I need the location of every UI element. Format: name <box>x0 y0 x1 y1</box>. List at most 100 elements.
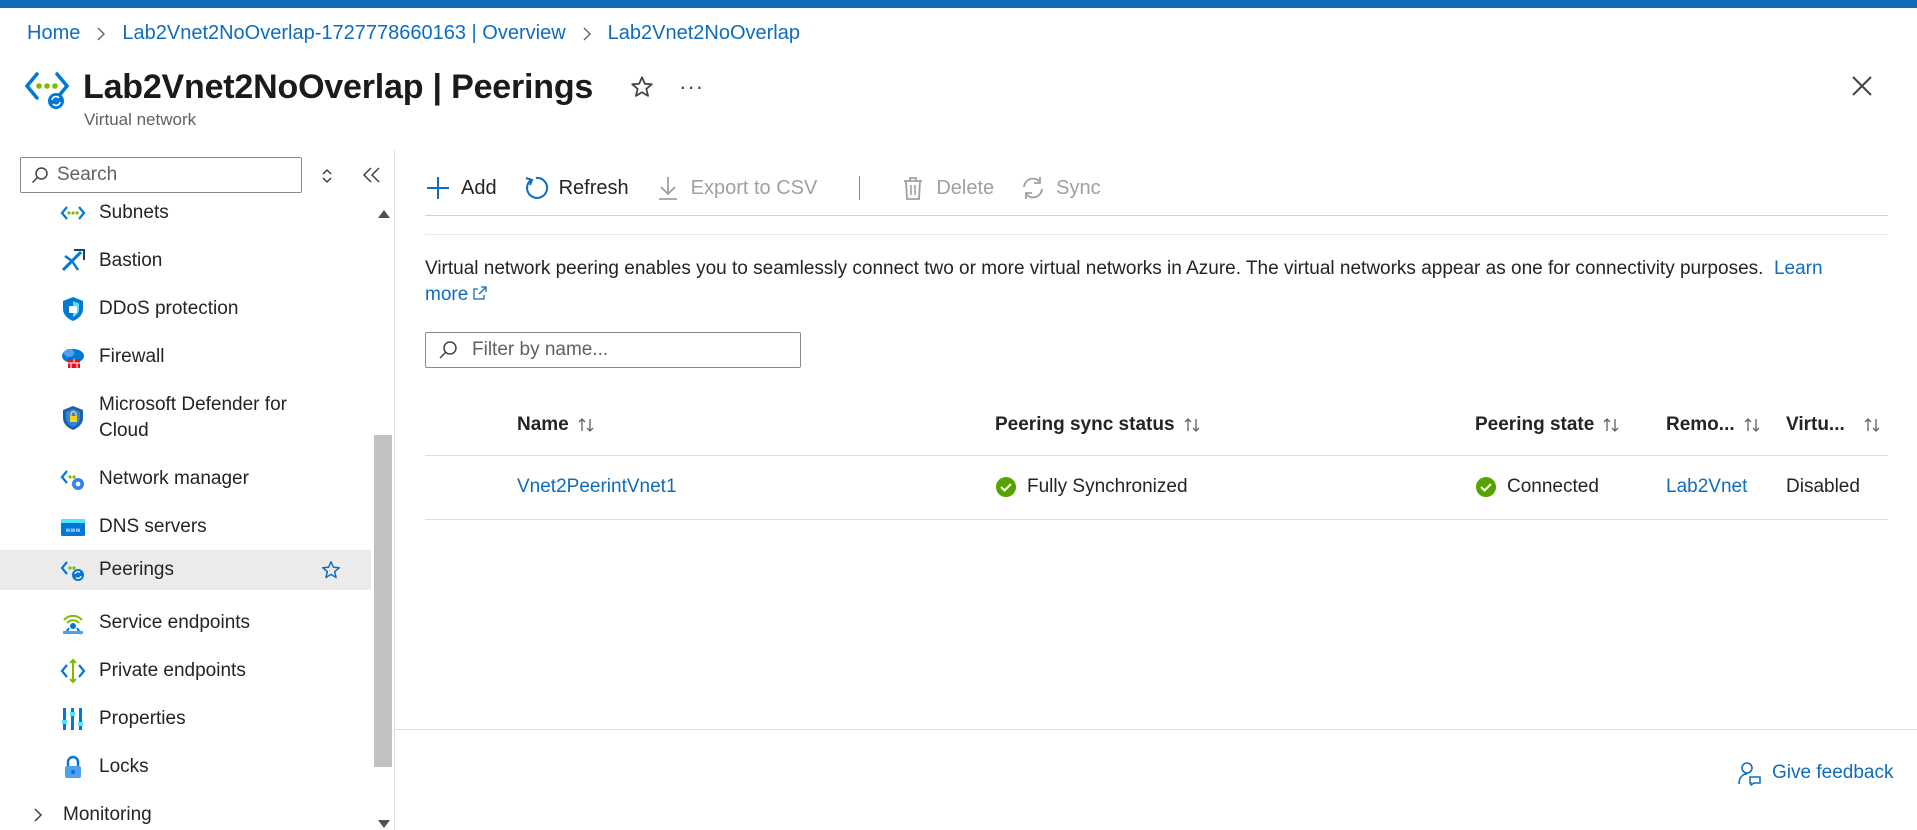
column-label: Peering sync status <box>995 414 1175 435</box>
network-manager-icon <box>60 470 84 490</box>
breadcrumb-overview[interactable]: Lab2Vnet2NoOverlap-1727778660163 | Overv… <box>122 22 565 45</box>
scroll-up-arrow-icon[interactable] <box>378 210 390 218</box>
toolbar-separator <box>859 176 861 200</box>
sidebar-item-label: Bastion <box>99 250 163 271</box>
refresh-button[interactable]: Refresh <box>523 175 629 201</box>
column-header-name[interactable]: Name <box>517 414 595 436</box>
search-icon <box>439 341 457 359</box>
collapse-menu-icon[interactable] <box>360 164 384 186</box>
export-label: Export to CSV <box>690 176 818 199</box>
sidebar-item-label-line2: Cloud <box>99 420 149 441</box>
close-icon[interactable] <box>1848 72 1876 100</box>
sidebar-item-dns-servers[interactable]: www DNS servers <box>0 514 371 540</box>
remote-cell: Lab2Vnet <box>1666 476 1747 498</box>
scrollbar-thumb[interactable] <box>374 435 392 767</box>
favorite-star-icon[interactable] <box>629 74 655 100</box>
plus-icon <box>427 177 449 199</box>
sync-button[interactable]: Sync <box>1020 175 1101 201</box>
sort-icon <box>578 418 594 432</box>
sidebar-item-private-endpoints[interactable]: Private endpoints <box>0 658 371 684</box>
page-header: Lab2Vnet2NoOverlap | Peerings ··· <box>25 60 704 114</box>
column-label: Peering state <box>1475 414 1595 435</box>
virtual-value: Disabled <box>1786 476 1860 497</box>
add-button[interactable]: Add <box>425 175 497 201</box>
sidebar-item-label: Private endpoints <box>99 660 246 681</box>
sidebar-item-service-endpoints[interactable]: Service endpoints <box>0 610 371 636</box>
virtual-network-icon <box>25 72 69 109</box>
sidebar-item-bastion[interactable]: Bastion <box>0 248 371 274</box>
subnets-icon <box>60 206 86 220</box>
sidebar-item-label: Subnets <box>99 202 169 223</box>
add-label: Add <box>461 176 497 199</box>
sync-icon <box>1023 177 1044 199</box>
menu-search-input[interactable] <box>57 164 287 186</box>
toolbar-divider <box>425 234 1888 235</box>
more-options-icon[interactable]: ··· <box>679 74 704 100</box>
export-csv-button[interactable]: Export to CSV <box>655 175 818 201</box>
sidebar-item-properties[interactable]: Properties <box>0 706 371 732</box>
trash-icon <box>904 177 923 200</box>
feedback-label: Give feedback <box>1772 762 1894 783</box>
breadcrumb: Home Lab2Vnet2NoOverlap-1727778660163 | … <box>27 22 800 45</box>
download-icon <box>658 177 677 200</box>
sidebar-item-defender[interactable]: Microsoft Defender for Cloud <box>0 392 371 444</box>
favorite-star-icon[interactable] <box>320 559 342 581</box>
peerings-table: Name Peering sync status Peering state R… <box>425 400 1888 520</box>
bastion-icon <box>61 249 85 272</box>
command-bar: Add Refresh Export to CSV Delete Sync <box>425 170 1127 206</box>
refresh-icon <box>525 176 548 199</box>
sidebar-item-locks[interactable]: Locks <box>0 754 371 780</box>
filter-input[interactable] <box>472 339 792 361</box>
sidebar-item-peerings[interactable]: Peerings <box>0 550 371 590</box>
portal-top-bar <box>0 0 1917 8</box>
sidebar-item-label: Service endpoints <box>99 612 251 633</box>
sidebar-item-label: Monitoring <box>63 804 152 825</box>
sidebar-item-label: Network manager <box>99 468 249 489</box>
peering-name-cell: Vnet2PeerintVnet1 <box>517 476 677 498</box>
column-header-remote[interactable]: Remo... <box>1666 414 1761 436</box>
table-header: Name Peering sync status Peering state R… <box>425 400 1888 456</box>
svg-text:www: www <box>66 527 81 534</box>
menu-scrollbar[interactable] <box>372 205 394 830</box>
external-link-icon <box>473 286 487 300</box>
virtual-cell: Disabled <box>1786 476 1860 498</box>
sidebar-item-label: DNS servers <box>99 516 207 537</box>
page-description: Virtual network peering enables you to s… <box>425 256 1865 308</box>
column-header-sync-status[interactable]: Peering sync status <box>995 414 1201 436</box>
expand-collapse-icon[interactable] <box>316 165 338 187</box>
delete-button[interactable]: Delete <box>900 175 994 201</box>
menu-search[interactable] <box>20 157 302 193</box>
column-header-peering-state[interactable]: Peering state <box>1475 414 1620 436</box>
give-feedback-button[interactable]: Give feedback <box>1736 760 1893 786</box>
sidebar-item-ddos-protection[interactable]: DDoS protection <box>0 296 371 322</box>
peering-state-cell: Connected <box>1475 476 1599 498</box>
menu-items: Subnets Bastion DDoS protection Firewall… <box>0 200 371 830</box>
remote-vnet-link[interactable]: Lab2Vnet <box>1666 476 1747 498</box>
sync-label: Sync <box>1056 176 1101 199</box>
breadcrumb-home[interactable]: Home <box>27 22 80 45</box>
search-icon <box>31 167 48 184</box>
sidebar-item-network-manager[interactable]: Network manager <box>0 466 371 492</box>
column-label: Virtu... <box>1786 414 1845 435</box>
filter-by-name[interactable] <box>425 332 801 368</box>
delete-label: Delete <box>936 176 995 199</box>
firewall-icon <box>62 349 84 368</box>
sort-icon <box>1603 418 1619 432</box>
column-header-virtual[interactable]: Virtu... <box>1786 414 1881 436</box>
scroll-down-arrow-icon[interactable] <box>378 820 390 828</box>
page-title: Lab2Vnet2NoOverlap | Peerings <box>83 67 594 106</box>
table-row[interactable]: Vnet2PeerintVnet1 Fully Synchronized Con… <box>425 456 1888 520</box>
defender-shield-icon <box>63 406 83 430</box>
sidebar-item-label: DDoS protection <box>99 298 239 319</box>
chevron-right-icon <box>34 808 43 822</box>
chevron-right-icon <box>97 27 106 40</box>
sidebar-item-monitoring[interactable]: Monitoring <box>0 802 371 828</box>
sidebar-item-label: Microsoft Defender for <box>99 394 287 415</box>
sort-icon <box>1184 418 1199 432</box>
peering-name-link[interactable]: Vnet2PeerintVnet1 <box>517 476 677 498</box>
breadcrumb-vnet[interactable]: Lab2Vnet2NoOverlap <box>608 22 800 45</box>
sidebar-item-subnets[interactable]: Subnets <box>0 200 371 226</box>
sidebar-item-label: Locks <box>99 756 149 777</box>
sidebar-item-firewall[interactable]: Firewall <box>0 344 371 370</box>
footer-divider <box>394 729 1917 730</box>
